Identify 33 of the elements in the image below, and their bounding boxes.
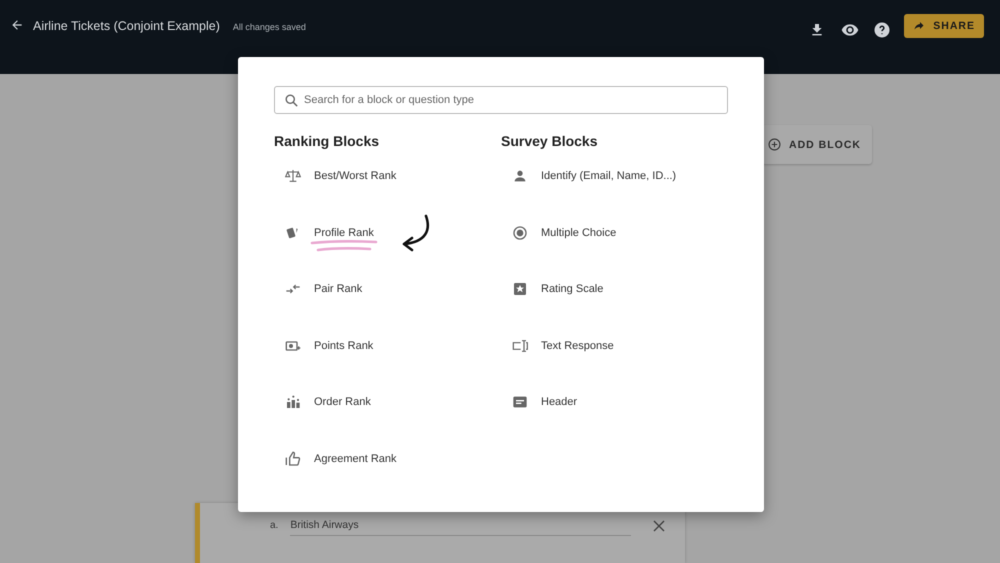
survey-title: Airline Tickets (Conjoint Example): [33, 19, 220, 33]
block-type-option[interactable]: Text Response: [541, 340, 614, 352]
block-type-option[interactable]: Header: [541, 396, 578, 408]
block-type-option[interactable]: Identify (Email, Name, ID...): [541, 170, 676, 182]
add-block-button[interactable]: ADD BLOCK: [762, 125, 872, 164]
section-heading: Ranking Blocks: [274, 133, 380, 151]
section-heading: Survey Blocks: [501, 133, 598, 151]
close-icon[interactable]: [653, 520, 665, 532]
save-status: All changes saved: [232, 22, 306, 32]
header-icon: [512, 394, 528, 410]
block-type-option[interactable]: Profile Rank: [314, 226, 374, 238]
answer-letter: a.: [270, 520, 278, 531]
block-type-option[interactable]: Points Rank: [314, 340, 374, 352]
block-type-option[interactable]: Multiple Choice: [541, 226, 616, 238]
block-type-option[interactable]: Best/Worst Rank: [314, 170, 396, 182]
bar-chart-icon: [285, 394, 301, 410]
search-field[interactable]: Search for a block or question type: [274, 86, 728, 114]
add-icon: [768, 138, 781, 151]
block-type-option[interactable]: Pair Rank: [314, 283, 362, 295]
text-cursor-icon: [512, 338, 528, 354]
help-icon[interactable]: [873, 21, 892, 39]
thumbs-up-icon: [285, 450, 301, 466]
share-button[interactable]: SHARE: [904, 14, 984, 38]
block-type-option[interactable]: Order Rank: [314, 396, 371, 408]
scale-icon: [285, 168, 301, 184]
block-type-option[interactable]: Agreement Rank: [314, 452, 397, 464]
share-icon: [913, 20, 926, 32]
answer-field[interactable]: British Airways: [290, 515, 631, 536]
radio-button-icon: [512, 224, 528, 240]
person-icon: [512, 168, 528, 184]
hand-drawn-arrow: [401, 214, 431, 252]
block-type-option[interactable]: Rating Scale: [541, 283, 604, 295]
back-arrow-icon[interactable]: [10, 18, 24, 32]
